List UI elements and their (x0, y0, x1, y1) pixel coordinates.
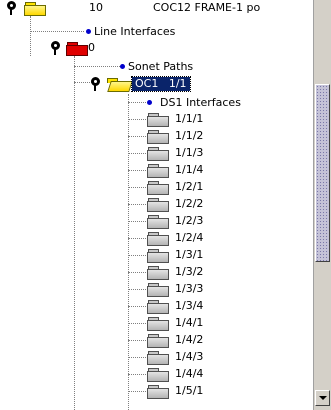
tree-node-oc1[interactable]: OC1 1/1 (0, 76, 313, 92)
tree-node-ds1-item[interactable]: 1/1/1 (0, 111, 313, 127)
tree-node-ds1-item-label: 1/3/3 (175, 282, 204, 295)
bullet-icon (147, 100, 152, 105)
tree-node-ds1-item[interactable]: 1/2/2 (0, 196, 313, 212)
tree-node-ds1-item-label: 1/2/1 (175, 180, 204, 193)
tree-node-ds1-item[interactable]: 1/3/3 (0, 281, 313, 297)
folder-grey-icon (147, 181, 169, 195)
tree-node-ds1-item-label: 1/1/3 (175, 146, 204, 159)
tree-node-root-description: COC12 FRAME-1 po (153, 1, 261, 14)
folder-grey-icon (147, 249, 169, 263)
folder-open-yellow-icon (106, 78, 133, 92)
folder-grey-icon (147, 385, 169, 399)
tree-node-ds1-item-label: 1/3/2 (175, 265, 204, 278)
tree-node-ds1-item[interactable]: 1/4/4 (0, 366, 313, 382)
folder-grey-icon (147, 147, 169, 161)
tree-node-ds1-item-label: 1/4/3 (175, 350, 204, 363)
folder-grey-icon (147, 334, 169, 348)
tree-node-ds1-interfaces-label: DS1 Interfaces (160, 96, 241, 109)
folder-yellow-icon (24, 2, 46, 16)
arrow-down-icon (319, 396, 327, 400)
folder-grey-icon (147, 113, 169, 127)
tree-node-ds1-interfaces[interactable]: DS1 Interfaces (0, 95, 313, 111)
tree-node-ds1-item[interactable]: 1/3/1 (0, 247, 313, 263)
tree-node-ds1-item-label: 1/3/4 (175, 299, 204, 312)
folder-grey-icon (147, 232, 169, 246)
folder-grey-icon (147, 351, 169, 365)
tree-view[interactable]: 10 COC12 FRAME-1 po Line Interfaces 0 So… (0, 0, 313, 410)
tree-node-ds1-item-label: 1/2/3 (175, 214, 204, 227)
vertical-scrollbar[interactable] (313, 0, 331, 410)
tree-node-ds1-item[interactable]: 1/4/1 (0, 315, 313, 331)
tree-node-oc1-label: OC1 1/1 (131, 76, 191, 92)
folder-grey-icon (147, 130, 169, 144)
folder-grey-icon (147, 164, 169, 178)
tree-node-ds1-item[interactable]: 1/2/3 (0, 213, 313, 229)
folder-grey-icon (147, 266, 169, 280)
tree-node-ds1-item-label: 1/4/4 (175, 367, 204, 380)
tree-node-ds1-item-label: 1/5/1 (175, 384, 204, 397)
tree-node-line-interfaces-label: Line Interfaces (94, 25, 176, 38)
folder-grey-icon (147, 317, 169, 331)
tree-node-root[interactable]: 10 COC12 FRAME-1 po (0, 0, 313, 16)
tree-node-line-interfaces[interactable]: Line Interfaces (0, 24, 313, 40)
tree-node-ds1-item[interactable]: 1/1/2 (0, 128, 313, 144)
tree-node-ds1-item-label: 1/1/4 (175, 163, 204, 176)
tree-node-ds1-item[interactable]: 1/4/3 (0, 349, 313, 365)
pin-icon[interactable] (90, 76, 101, 91)
tree-node-sonet-paths[interactable]: Sonet Paths (0, 59, 313, 75)
tree-node-root-label: 10 (89, 1, 103, 14)
tree-node-ds1-item-label: 1/1/1 (175, 112, 204, 125)
tree-node-ds1-item[interactable]: 1/2/4 (0, 230, 313, 246)
tree-node-ds1-item-label: 1/2/2 (175, 197, 204, 210)
tree-node-ds1-item[interactable]: 1/2/1 (0, 179, 313, 195)
scroll-down-button[interactable] (315, 390, 330, 406)
tree-node-ds1-item-label: 1/4/1 (175, 316, 204, 329)
folder-grey-icon (147, 283, 169, 297)
tree-node-ds1-item-label: 1/2/4 (175, 231, 204, 244)
tree-node-sonet-paths-label: Sonet Paths (128, 60, 194, 73)
pin-icon[interactable] (50, 40, 61, 55)
folder-grey-icon (147, 300, 169, 314)
bullet-icon (120, 64, 125, 69)
tree-node-shelf-label: 0 (88, 41, 95, 54)
tree-node-ds1-item-label: 1/4/2 (175, 333, 204, 346)
tree-node-shelf[interactable]: 0 (0, 40, 313, 56)
tree-node-ds1-item[interactable]: 1/3/4 (0, 298, 313, 314)
tree-panel: 10 COC12 FRAME-1 po Line Interfaces 0 So… (0, 0, 331, 410)
tree-node-ds1-item[interactable]: 1/4/2 (0, 332, 313, 348)
tree-node-ds1-item-label: 1/1/2 (175, 129, 204, 142)
tree-node-ds1-item[interactable]: 1/3/2 (0, 264, 313, 280)
pin-icon[interactable] (6, 0, 17, 15)
tree-node-ds1-item[interactable]: 1/1/3 (0, 145, 313, 161)
folder-grey-icon (147, 215, 169, 229)
bullet-icon (86, 29, 91, 34)
tree-node-ds1-item[interactable]: 1/1/4 (0, 162, 313, 178)
scrollbar-thumb[interactable] (315, 84, 330, 262)
folder-grey-icon (147, 368, 169, 382)
folder-red-icon (66, 42, 88, 56)
folder-grey-icon (147, 198, 169, 212)
tree-node-ds1-item-label: 1/3/1 (175, 248, 204, 261)
tree-node-ds1-item[interactable]: 1/5/1 (0, 383, 313, 399)
